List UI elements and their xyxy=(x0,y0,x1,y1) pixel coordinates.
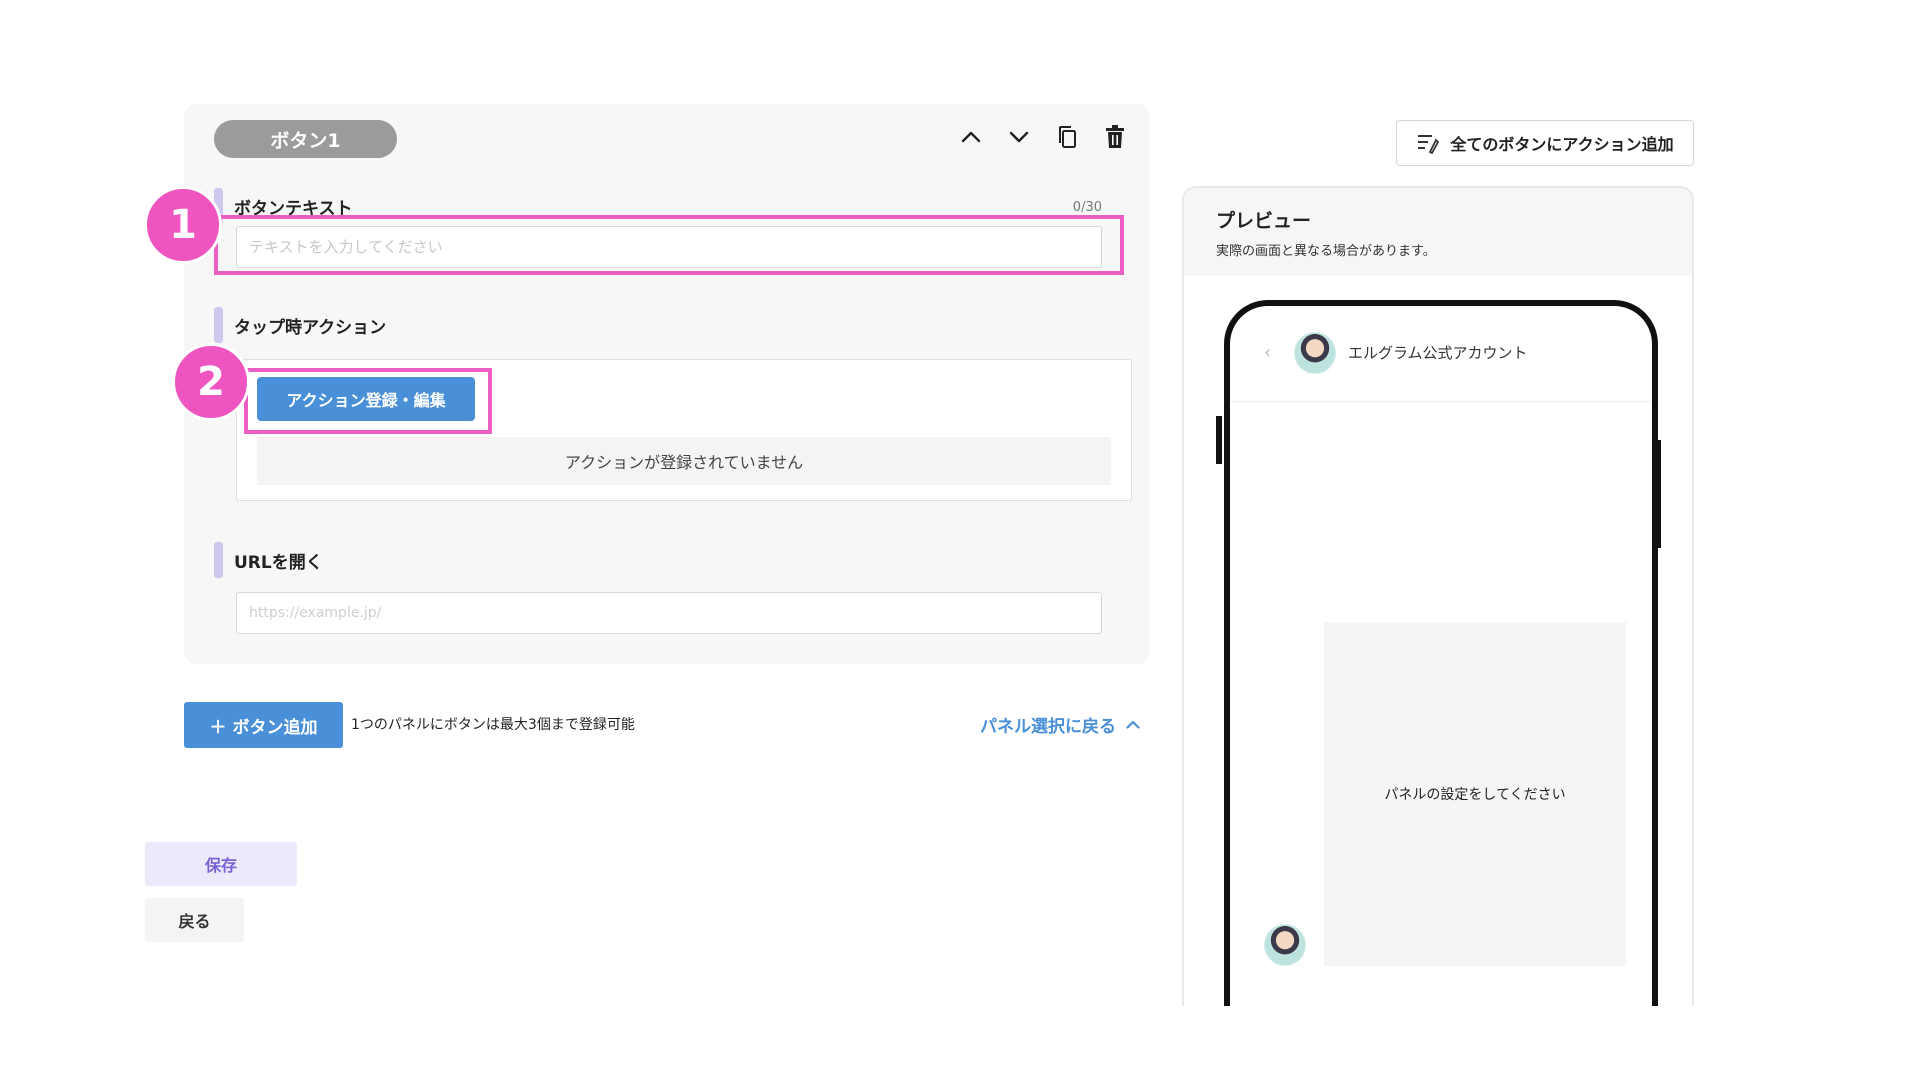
button-editor-card: ボタン1 ボタンテキスト 0/30 タップ時アクション アクション登録・編集 ア… xyxy=(184,104,1150,664)
panel-placeholder: パネルの設定をしてください xyxy=(1324,622,1626,966)
step-badge-1: 1 xyxy=(144,186,222,264)
preview-panel: プレビュー 実際の画面と異なる場合があります。 ‹ エルグラム公式アカウント パ… xyxy=(1182,186,1694,1006)
no-action-message: アクションが登録されていません xyxy=(257,437,1111,485)
save-button[interactable]: 保存 xyxy=(145,842,297,886)
back-to-panel-label: パネル選択に戻る xyxy=(980,717,1116,737)
account-name: エルグラム公式アカウント xyxy=(1348,344,1528,362)
chat-header: ‹ エルグラム公式アカウント xyxy=(1230,306,1652,402)
chevron-left-icon[interactable]: ‹ xyxy=(1264,342,1271,363)
add-list-icon xyxy=(1418,135,1440,154)
message-avatar xyxy=(1264,924,1306,966)
button-text-input[interactable] xyxy=(236,226,1102,268)
chevron-down-icon[interactable] xyxy=(1006,122,1032,152)
phone-frame: ‹ エルグラム公式アカウント パネルの設定をしてください xyxy=(1224,300,1658,1006)
back-button[interactable]: 戻る xyxy=(145,898,244,942)
preview-subtitle: 実際の画面と異なる場合があります。 xyxy=(1216,244,1436,259)
button-text-label: ボタンテキスト xyxy=(214,188,353,224)
button-tab-label[interactable]: ボタン1 xyxy=(214,120,397,158)
url-input[interactable] xyxy=(236,592,1102,634)
copy-icon[interactable] xyxy=(1054,122,1080,152)
preview-header: プレビュー 実際の画面と異なる場合があります。 xyxy=(1184,188,1692,276)
chevron-up-icon xyxy=(1126,720,1140,729)
back-to-panel-link[interactable]: パネル選択に戻る xyxy=(980,712,1140,737)
button-toolbar xyxy=(958,122,1128,152)
add-action-all-label: 全てのボタンにアクション追加 xyxy=(1450,135,1674,154)
add-button-note: 1つのパネルにボタンは最大3個まで登録可能 xyxy=(351,717,635,733)
step-badge-2: 2 xyxy=(172,343,250,421)
preview-title: プレビュー xyxy=(1216,210,1312,232)
add-action-all-buttons[interactable]: 全てのボタンにアクション追加 xyxy=(1396,120,1694,166)
trash-icon[interactable] xyxy=(1102,122,1128,152)
account-avatar xyxy=(1294,332,1336,374)
register-action-button[interactable]: アクション登録・編集 xyxy=(257,377,475,421)
phone-side-button-left xyxy=(1216,416,1222,464)
character-counter: 0/30 xyxy=(1072,200,1102,215)
tap-action-box: アクション登録・編集 アクションが登録されていません xyxy=(236,359,1132,501)
chevron-up-icon[interactable] xyxy=(958,122,984,152)
phone-side-button-right xyxy=(1654,440,1661,548)
add-button-button[interactable]: ＋ ボタン追加 xyxy=(184,702,343,748)
open-url-label: URLを開く xyxy=(214,542,323,578)
tap-action-label: タップ時アクション xyxy=(214,307,386,343)
